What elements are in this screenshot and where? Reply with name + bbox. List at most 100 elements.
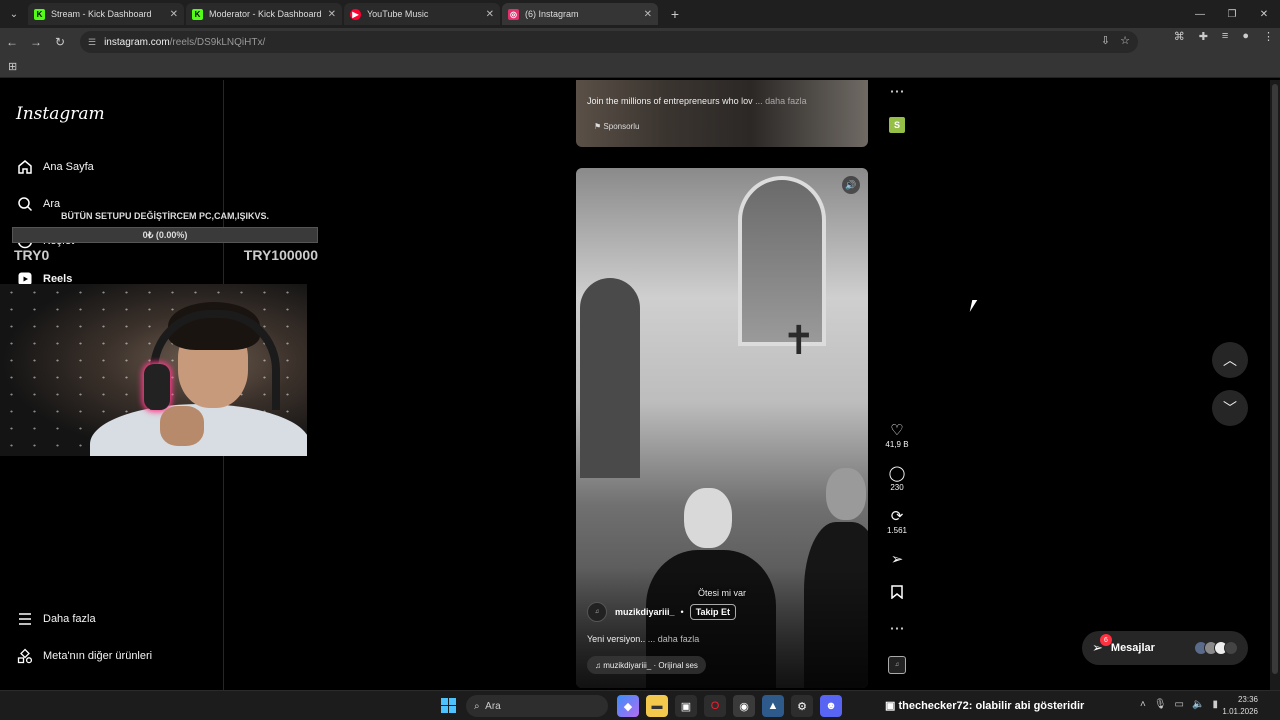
- discord-icon[interactable]: ☻: [820, 695, 842, 717]
- taskbar-search[interactable]: ⌕ Ara: [466, 695, 608, 717]
- next-reel-button[interactable]: ﹀: [1212, 390, 1248, 426]
- audio-label: muzikdiyariii_ · Orijinal ses: [603, 660, 698, 670]
- goal-min-label: TRY0: [14, 247, 50, 263]
- tab-title: YouTube Music: [367, 9, 429, 19]
- comment-count: 230: [890, 483, 904, 492]
- sidebar-item-more[interactable]: Daha fazla: [16, 608, 96, 630]
- windows-start-icon[interactable]: [441, 698, 456, 713]
- chevron-up-icon[interactable]: ˄: [1140, 699, 1146, 710]
- more-link[interactable]: ... daha fazla: [648, 634, 700, 644]
- close-icon[interactable]: ✕: [170, 9, 178, 20]
- sponsored-reel[interactable]: Join the millions of entrepreneurs who l…: [576, 80, 868, 147]
- share-button[interactable]: ➢: [882, 551, 912, 569]
- back-icon[interactable]: ←: [0, 30, 24, 54]
- omnibox-actions: ⇩ ☆: [1101, 34, 1130, 47]
- message-avatars: [1194, 641, 1238, 655]
- photos-icon[interactable]: ▲: [762, 695, 784, 717]
- author-username[interactable]: muzikdiyariii_: [615, 607, 675, 617]
- ad-caption-text: Join the millions of entrepreneurs who l…: [587, 96, 753, 106]
- follow-button[interactable]: Takip Et: [689, 604, 737, 620]
- ad-more-options-icon[interactable]: ⋯: [882, 83, 912, 101]
- opera-icon[interactable]: O: [704, 695, 726, 717]
- apps-grid-icon[interactable]: ⊞: [8, 60, 17, 73]
- taskbar-clock[interactable]: 23:36 1.01.2026: [1222, 694, 1258, 718]
- minimize-icon[interactable]: —: [1184, 0, 1216, 28]
- chrome-icon[interactable]: ◉: [733, 695, 755, 717]
- youtube-music-favicon-icon: ▶: [350, 8, 361, 20]
- scrollbar-thumb[interactable]: [1272, 84, 1278, 674]
- goal-progress-bar: 0₺ (0.00%): [12, 227, 318, 243]
- taskbar-apps: ◆ ▬ ▣ O ◉ ▲ ⚙ ☻: [617, 695, 842, 717]
- sidebar-item-meta-products[interactable]: Meta'nın diğer ürünleri: [16, 645, 152, 667]
- tab-kick-stream[interactable]: K Stream - Kick Dashboard ✕: [28, 3, 184, 25]
- more-options-icon[interactable]: ⋯: [882, 620, 912, 638]
- close-icon[interactable]: ✕: [328, 9, 336, 20]
- mouse-cursor: [969, 300, 978, 312]
- ad-caption: Join the millions of entrepreneurs who l…: [587, 96, 807, 106]
- audio-thumbnail[interactable]: ♫: [888, 656, 906, 674]
- messages-label: Mesajlar: [1110, 642, 1155, 654]
- tab-instagram[interactable]: ◎ (6) Instagram 🔊 ✕: [502, 3, 658, 509]
- instagram-logo[interactable]: Instagram: [16, 104, 105, 124]
- network-icon[interactable]: ▭: [1175, 699, 1184, 710]
- media-control-icon[interactable]: ≡: [1222, 30, 1228, 43]
- previous-reel-button[interactable]: ︿: [1212, 342, 1248, 378]
- like-count: 41,9 B: [885, 440, 909, 449]
- profile-avatar-icon[interactable]: ●: [1242, 30, 1249, 43]
- tab-youtube-music[interactable]: ▶ YouTube Music ✕: [344, 3, 500, 25]
- save-button[interactable]: [882, 585, 912, 604]
- copilot-icon[interactable]: ◆: [617, 695, 639, 717]
- restore-icon[interactable]: ❐: [1216, 0, 1248, 28]
- bookmark-star-icon[interactable]: ☆: [1120, 34, 1130, 47]
- heart-icon: ♡: [890, 422, 904, 439]
- page-scrollbar[interactable]: [1270, 80, 1280, 690]
- menu-icon: [16, 610, 34, 628]
- url-bar[interactable]: ☰ instagram.com/reels/DS9kLNQiHTx/ ⇩ ☆: [80, 31, 1138, 53]
- clock-time: 23:36: [1237, 695, 1258, 704]
- kick-favicon-icon: K: [192, 8, 203, 20]
- kick-favicon-icon: K: [34, 8, 45, 20]
- store-icon[interactable]: ▣: [675, 695, 697, 717]
- sidebar-item-label: Ara: [43, 198, 61, 210]
- reel-video[interactable]: ✝ 🔊 Ötesi mi var ♫ muzikdiyariii_ • Taki…: [576, 168, 868, 688]
- plus-icon[interactable]: +: [664, 3, 686, 25]
- messages-button[interactable]: ➢ 6 Mesajlar: [1082, 631, 1248, 665]
- ad-more-link[interactable]: ... daha fazla: [755, 96, 807, 106]
- audio-link[interactable]: ♫ muzikdiyariii_ · Orijinal ses: [587, 656, 706, 674]
- close-window-icon[interactable]: ✕: [1248, 0, 1280, 28]
- author-avatar[interactable]: ♫: [587, 602, 607, 622]
- taskbar-search-label: Ara: [485, 700, 501, 712]
- battery-icon[interactable]: ▮: [1212, 699, 1218, 710]
- extensions-icon[interactable]: ✚: [1199, 30, 1208, 43]
- steam-icon[interactable]: ⚙: [791, 695, 813, 717]
- comment-button[interactable]: ◯ 230: [882, 465, 912, 492]
- translate-icon[interactable]: ⌘: [1174, 30, 1185, 43]
- volume-icon[interactable]: 🔊: [842, 176, 860, 194]
- repost-button[interactable]: ⟳ 1.561: [882, 508, 912, 535]
- reload-icon[interactable]: ↻: [48, 30, 72, 54]
- shop-icon[interactable]: S: [889, 117, 905, 133]
- video-subtitle: Ötesi mi var: [697, 588, 746, 598]
- sidebar-item-home[interactable]: Ana Sayfa: [16, 156, 94, 178]
- site-info-icon[interactable]: ☰: [88, 37, 96, 48]
- instagram-favicon-icon: ◎: [508, 8, 519, 20]
- file-explorer-icon[interactable]: ▬: [646, 695, 668, 717]
- browser-menu-icon[interactable]: ⋮: [1263, 30, 1274, 43]
- separator-dot: •: [680, 607, 684, 617]
- tab-search-icon[interactable]: ⌄: [0, 0, 28, 28]
- install-app-icon[interactable]: ⇩: [1101, 34, 1110, 47]
- altar-cross: ✝: [782, 319, 816, 363]
- like-button[interactable]: ♡ 41,9 B: [882, 422, 912, 449]
- meta-products-icon: [16, 647, 34, 665]
- sponsored-label: ⚑ Sponsorlu: [594, 122, 640, 131]
- forward-icon[interactable]: →: [24, 30, 48, 54]
- browser-tab-bar: ⌄ K Stream - Kick Dashboard ✕ K Moderato…: [0, 0, 1280, 509]
- reel-author-row: ♫ muzikdiyariii_ • Takip Et: [587, 602, 737, 622]
- tab-kick-moderator[interactable]: K Moderator - Kick Dashboard ✕: [186, 3, 342, 25]
- tab-title: Stream - Kick Dashboard: [51, 9, 152, 19]
- microphone-icon[interactable]: 🎙: [1154, 699, 1167, 710]
- close-icon[interactable]: ✕: [486, 9, 494, 20]
- close-icon[interactable]: ✕: [644, 9, 652, 20]
- messenger-icon: ➢ 6: [1092, 634, 1112, 656]
- speaker-icon[interactable]: 🔈: [1192, 699, 1204, 710]
